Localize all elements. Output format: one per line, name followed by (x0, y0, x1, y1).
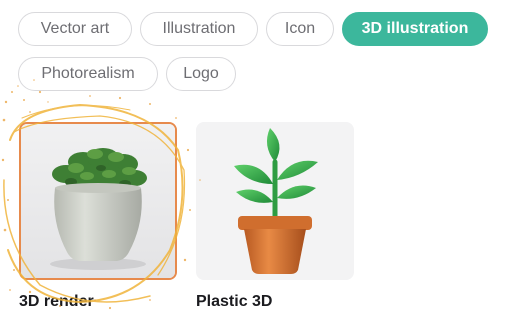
style-option-plastic-3d[interactable] (196, 122, 354, 280)
chip-icon[interactable]: Icon (266, 12, 334, 46)
style-option-caption: 3D render (19, 293, 94, 310)
potted-plant-photo-image (21, 124, 175, 278)
chip-3d-illustration[interactable]: 3D illustration (342, 12, 488, 46)
style-option-3d-render[interactable] (19, 122, 177, 280)
chip-logo[interactable]: Logo (166, 57, 236, 91)
chip-illustration[interactable]: Illustration (140, 12, 258, 46)
chip-photorealism[interactable]: Photorealism (18, 57, 158, 91)
chip-vector-art[interactable]: Vector art (18, 12, 132, 46)
style-option-caption: Plastic 3D (196, 293, 273, 310)
style-picker-panel: Vector art Illustration Icon 3D illustra… (0, 0, 523, 314)
plastic-plant-icon-image (196, 122, 354, 280)
